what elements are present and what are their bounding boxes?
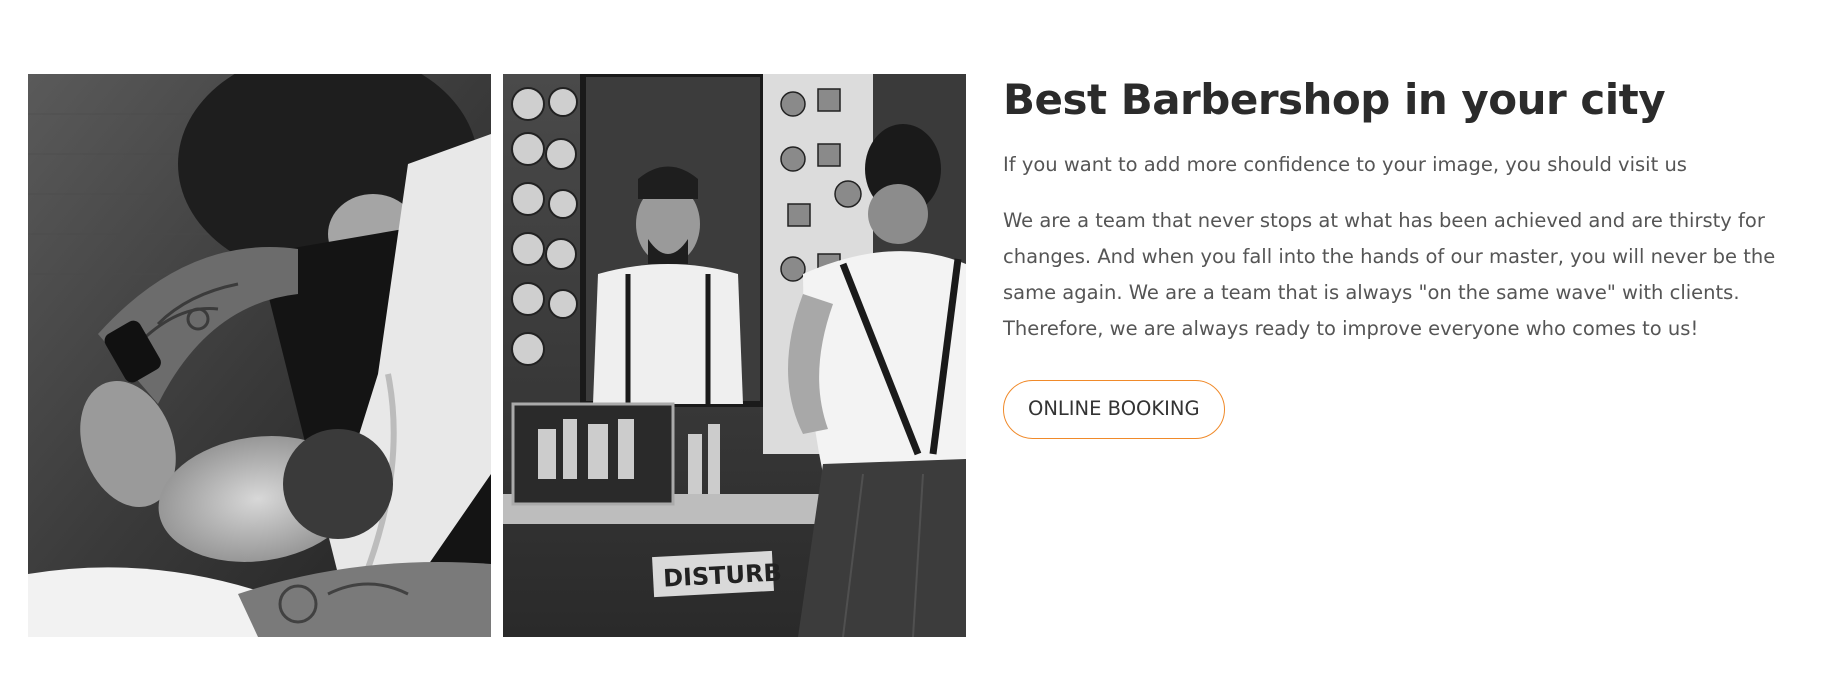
- about-section: DISTURB Best Barbershop in your city If …: [0, 0, 1824, 683]
- section-body: We are a team that never stops at what h…: [1003, 209, 1776, 340]
- barber-mirror-photo: DISTURB: [503, 74, 966, 637]
- barber-mirror-image: DISTURB: [503, 74, 966, 637]
- barber-shaving-image: [28, 74, 491, 637]
- about-text-column: Best Barbershop in your city If you want…: [1003, 74, 1813, 439]
- online-booking-button[interactable]: ONLINE BOOKING: [1003, 380, 1225, 439]
- section-title: Best Barbershop in your city: [1003, 75, 1666, 124]
- section-subtitle: If you want to add more confidence to yo…: [1003, 153, 1687, 176]
- barber-shaving-photo: [28, 74, 491, 637]
